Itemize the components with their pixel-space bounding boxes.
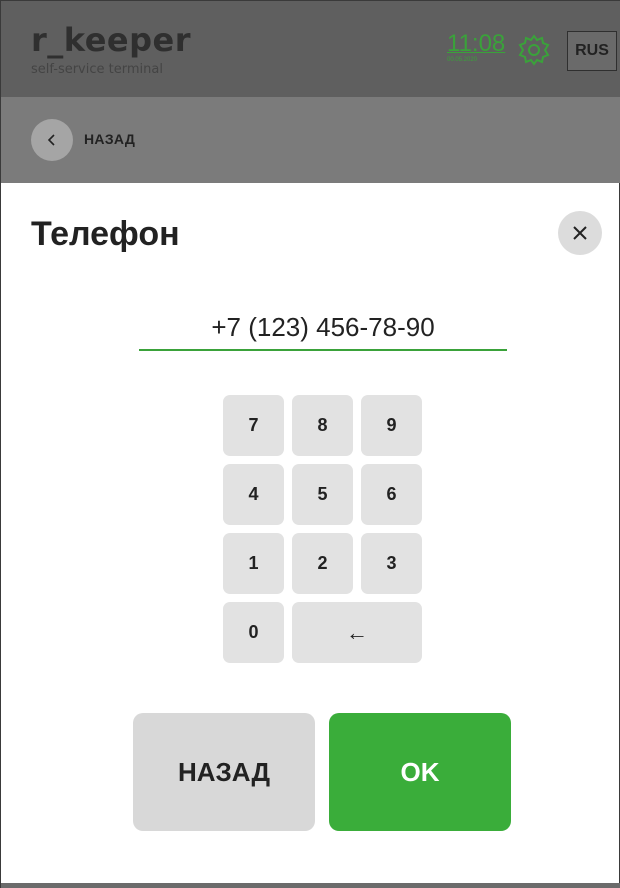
input-underline: [139, 349, 507, 351]
ok-button[interactable]: OK: [329, 713, 511, 831]
key-1[interactable]: 1: [223, 533, 284, 594]
key-0[interactable]: 0: [223, 602, 284, 663]
key-9[interactable]: 9: [361, 395, 422, 456]
key-6[interactable]: 6: [361, 464, 422, 525]
key-4[interactable]: 4: [223, 464, 284, 525]
phone-input[interactable]: +7 (123) 456-78-90: [139, 307, 507, 351]
bottom-strip: [1, 883, 620, 888]
back-nav-label[interactable]: НАЗАД: [84, 130, 135, 148]
close-button[interactable]: [558, 211, 602, 255]
clock-date: 00.05.2020: [447, 57, 478, 63]
header-bar: r_keeper self-service terminal 11:08 00.…: [1, 1, 620, 97]
key-5[interactable]: 5: [292, 464, 353, 525]
clock-time: 11:08: [447, 30, 506, 57]
page-title: Телефон: [31, 215, 180, 253]
key-8[interactable]: 8: [292, 395, 353, 456]
key-2[interactable]: 2: [292, 533, 353, 594]
kiosk-screen: r_keeper self-service terminal 11:08 00.…: [0, 0, 620, 888]
back-nav-button[interactable]: [31, 119, 73, 161]
key-3[interactable]: 3: [361, 533, 422, 594]
back-button[interactable]: НАЗАД: [133, 713, 315, 831]
key-7[interactable]: 7: [223, 395, 284, 456]
chevron-left-icon: [47, 134, 55, 146]
gear-icon[interactable]: [517, 33, 551, 67]
brand-subtitle: self-service terminal: [31, 62, 163, 77]
backspace-key[interactable]: ←: [292, 602, 422, 663]
brand-logo: r_keeper: [31, 21, 191, 59]
language-button[interactable]: RUS: [567, 31, 617, 71]
close-icon: [573, 226, 587, 240]
